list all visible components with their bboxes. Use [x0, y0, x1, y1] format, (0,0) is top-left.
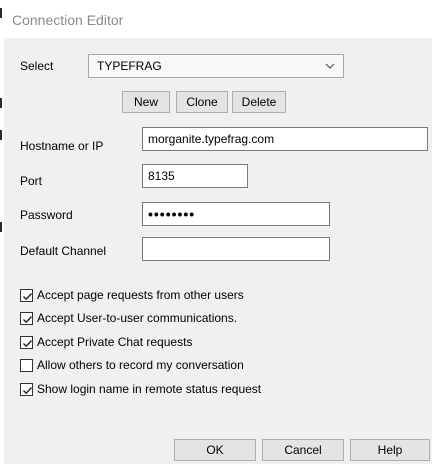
ok-button[interactable]: OK: [174, 439, 256, 461]
checkbox-label: Show login name in remote status request: [37, 382, 262, 396]
checkbox-label: Accept User-to-user communications.: [37, 311, 238, 325]
checkbox-label: Accept Private Chat requests: [37, 335, 193, 349]
edge-mark: [0, 222, 2, 232]
cancel-button[interactable]: Cancel: [262, 439, 344, 461]
connection-select[interactable]: TYPEFRAG: [88, 54, 344, 78]
checkmark-icon: [23, 339, 33, 347]
checkmark-icon: [23, 292, 33, 300]
connection-select-value: TYPEFRAG: [97, 59, 162, 73]
checkmark-icon: [23, 386, 33, 394]
clone-button[interactable]: Clone: [176, 91, 228, 113]
select-label: Select: [20, 59, 54, 73]
checkbox[interactable]: [20, 335, 33, 349]
title-bar[interactable]: Connection Editor: [4, 0, 432, 38]
edge-mark: [0, 130, 2, 140]
password-label: Password: [20, 208, 73, 222]
checkbox-label: Allow others to record my conversation: [37, 358, 244, 372]
checkbox[interactable]: [20, 382, 33, 396]
window-title: Connection Editor: [12, 12, 124, 28]
hostname-field[interactable]: morganite.typefrag.com: [142, 127, 428, 151]
edge-mark: [0, 8, 2, 18]
checkbox-row[interactable]: Accept page requests from other users: [20, 288, 244, 302]
chevron-down-icon: [325, 60, 335, 70]
edge-mark: [0, 98, 2, 108]
checkbox-row[interactable]: Accept User-to-user communications.: [20, 311, 237, 325]
port-field[interactable]: 8135: [142, 164, 248, 188]
checkmark-icon: [23, 315, 33, 323]
new-button[interactable]: New: [122, 91, 170, 113]
default-channel-label: Default Channel: [20, 244, 107, 258]
checkbox-row[interactable]: Show login name in remote status request: [20, 382, 261, 396]
checkbox[interactable]: [20, 288, 33, 302]
default-channel-field[interactable]: [142, 237, 330, 261]
port-label: Port: [20, 174, 43, 188]
checkbox-row[interactable]: Accept Private Chat requests: [20, 335, 192, 349]
help-button[interactable]: Help: [350, 439, 430, 461]
connection-editor-panel: Select TYPEFRAG New Clone Delete Hostnam…: [4, 38, 432, 464]
password-field[interactable]: ••••••••: [142, 202, 330, 226]
checkbox[interactable]: [20, 311, 33, 325]
checkbox-label: Accept page requests from other users: [37, 288, 244, 302]
hostname-label: Hostname or IP: [20, 139, 104, 153]
delete-button[interactable]: Delete: [232, 91, 286, 113]
checkbox-row[interactable]: Allow others to record my conversation: [20, 358, 244, 372]
checkbox[interactable]: [20, 358, 33, 372]
